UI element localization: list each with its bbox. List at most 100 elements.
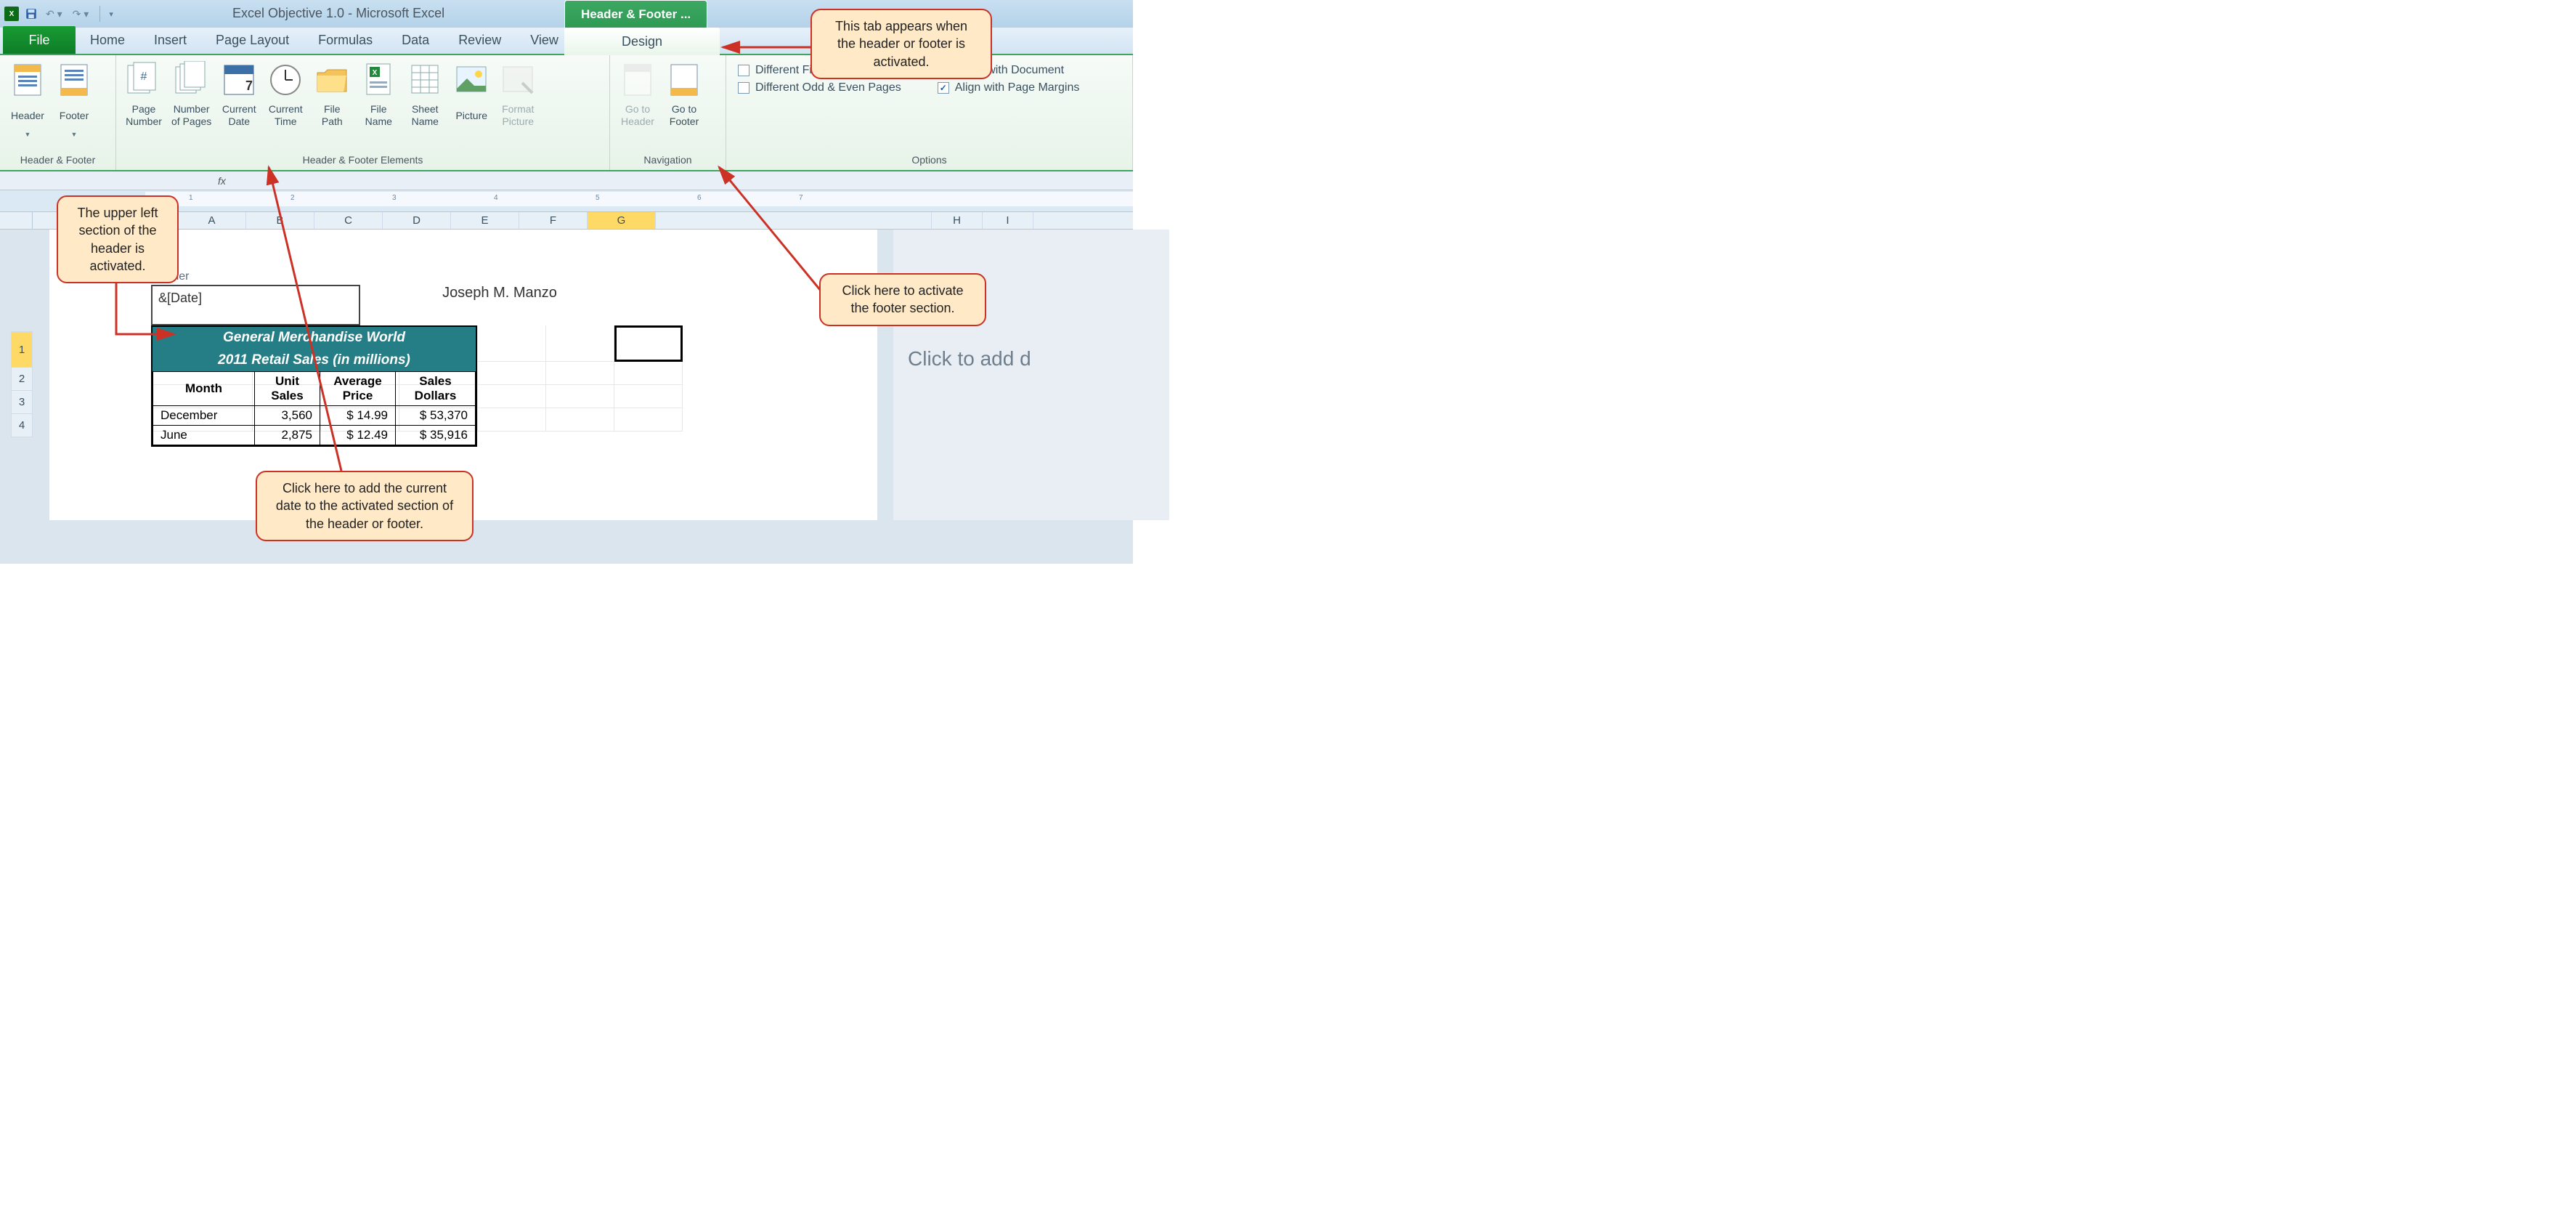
select-all-corner[interactable] [0, 212, 33, 229]
row-headers: 1 2 3 4 [11, 331, 33, 437]
chevron-down-icon: ▼ [25, 131, 31, 139]
group-label-elements: Header & Footer Elements [116, 151, 609, 170]
td-avg-price[interactable]: $ 12.49 [320, 426, 396, 445]
col-B[interactable]: B [246, 212, 314, 229]
fx-icon[interactable]: fx [0, 175, 226, 187]
table-row: December 3,560 $ 14.99 $ 53,370 [153, 406, 476, 426]
tab-insert[interactable]: Insert [139, 27, 201, 54]
group-label-options: Options [726, 151, 1132, 170]
qat-customize-icon[interactable]: ▾ [109, 9, 113, 19]
checkbox-icon [738, 82, 749, 94]
ruler-tick: 4 [494, 194, 498, 202]
td-month[interactable]: December [153, 406, 255, 426]
goto-footer-icon [665, 60, 703, 100]
file-path-button[interactable]: File Path [309, 58, 355, 131]
col-C[interactable]: C [314, 212, 383, 229]
row-1[interactable]: 1 [11, 331, 33, 368]
td-avg-price[interactable]: $ 14.99 [320, 406, 396, 426]
checkbox-checked-icon [938, 82, 949, 94]
callout-header-left: The upper left section of the header is … [57, 195, 179, 283]
ruler-tick: 2 [290, 194, 295, 202]
row-2[interactable]: 2 [11, 368, 33, 391]
table-title-2: 2011 Retail Sales (in millions) [153, 349, 476, 371]
window-title: Excel Objective 1.0 - Microsoft Excel [232, 6, 444, 21]
td-month[interactable]: June [153, 426, 255, 445]
td-unit-sales[interactable]: 2,875 [255, 426, 320, 445]
td-sales-dollars[interactable]: $ 35,916 [396, 426, 476, 445]
tab-file[interactable]: File [3, 26, 76, 54]
table-title-1: General Merchandise World [153, 327, 476, 349]
number-of-pages-button[interactable]: Number of Pages [167, 58, 216, 131]
table-header-row: Month Unit Sales Average Price Sales Dol… [153, 372, 476, 406]
td-unit-sales[interactable]: 3,560 [255, 406, 320, 426]
ruler-tick: 7 [799, 194, 803, 202]
footer-button[interactable]: Footer ▼ [51, 58, 97, 140]
click-to-add-placeholder[interactable]: Click to add d [893, 347, 1031, 370]
align-margins-checkbox[interactable]: Align with Page Margins [938, 81, 1080, 94]
active-cell-G1[interactable] [614, 325, 683, 362]
sheet-icon [406, 60, 444, 100]
header-left-section[interactable]: &[Date] [151, 285, 360, 325]
ruler-tick: 6 [697, 194, 702, 202]
col-H[interactable]: H [932, 212, 983, 229]
picture-button[interactable]: Picture [448, 58, 495, 131]
tab-page-layout[interactable]: Page Layout [201, 27, 304, 54]
qat-separator [99, 6, 100, 22]
table-row: June 2,875 $ 12.49 $ 35,916 [153, 426, 476, 445]
td-sales-dollars[interactable]: $ 53,370 [396, 406, 476, 426]
group-navigation: Go to Header Go to Footer Navigation [610, 55, 726, 170]
header-icon [9, 60, 46, 100]
footer-icon [55, 60, 93, 100]
col-I[interactable]: I [983, 212, 1033, 229]
file-name-label: File Name [365, 102, 392, 129]
align-label: Align with Page Margins [955, 81, 1080, 94]
ruler-tick: 1 [189, 194, 193, 202]
tab-review[interactable]: Review [444, 27, 516, 54]
col-E[interactable]: E [451, 212, 519, 229]
col-G[interactable]: G [588, 212, 656, 229]
goto-footer-label: Go to Footer [670, 102, 699, 129]
contextual-tab-header-footer[interactable]: Header & Footer ... [564, 0, 707, 28]
page-number-label: Page Number [126, 102, 162, 129]
row-4[interactable]: 4 [11, 414, 33, 437]
calendar-icon: 7 [220, 60, 258, 100]
group-label-hf: Header & Footer [0, 151, 115, 170]
formula-bar[interactable]: fx [0, 171, 1133, 190]
callout-date: Click here to add the current date to th… [256, 471, 474, 541]
th-sales-dollars: Sales Dollars [396, 372, 476, 406]
footer-label: Footer [60, 102, 89, 129]
diff-odd-even-checkbox[interactable]: Different Odd & Even Pages [738, 81, 901, 94]
group-label-nav: Navigation [610, 151, 726, 170]
picture-label: Picture [455, 102, 487, 129]
format-picture-label: Format Picture [502, 102, 534, 129]
group-elements: #Page Number Number of Pages 7Current Da… [116, 55, 610, 170]
tab-data[interactable]: Data [387, 27, 444, 54]
col-A[interactable]: A [178, 212, 246, 229]
header-center-section[interactable]: Joseph M. Manzo [362, 285, 638, 305]
col-F[interactable]: F [519, 212, 588, 229]
clock-icon [267, 60, 304, 100]
save-icon[interactable] [25, 7, 38, 20]
col-gap [656, 212, 932, 229]
quick-access-toolbar: X ↶ ▾ ↷ ▾ ▾ [0, 6, 113, 22]
tab-formulas[interactable]: Formulas [304, 27, 387, 54]
col-D[interactable]: D [383, 212, 451, 229]
page-number-button[interactable]: #Page Number [121, 58, 167, 131]
checkbox-icon [738, 65, 749, 76]
file-name-button[interactable]: XFile Name [355, 58, 402, 131]
ruler-tick: 3 [392, 194, 397, 202]
sheet-name-button[interactable]: Sheet Name [402, 58, 448, 131]
row-3[interactable]: 3 [11, 391, 33, 414]
redo-icon[interactable]: ↷ ▾ [70, 8, 92, 20]
callout-tab: This tab appears when the header or foot… [810, 9, 992, 79]
tab-design[interactable]: Design [564, 28, 720, 55]
undo-icon[interactable]: ↶ ▾ [44, 8, 65, 20]
current-date-button[interactable]: 7Current Date [216, 58, 262, 131]
tab-home[interactable]: Home [76, 27, 139, 54]
excel-app-icon[interactable]: X [4, 7, 19, 21]
diff-odd-even-label: Different Odd & Even Pages [755, 81, 901, 94]
header-button[interactable]: Header ▼ [4, 58, 51, 140]
current-time-button[interactable]: Current Time [262, 58, 309, 131]
goto-footer-button[interactable]: Go to Footer [661, 58, 707, 131]
svg-text:7: 7 [245, 78, 253, 93]
